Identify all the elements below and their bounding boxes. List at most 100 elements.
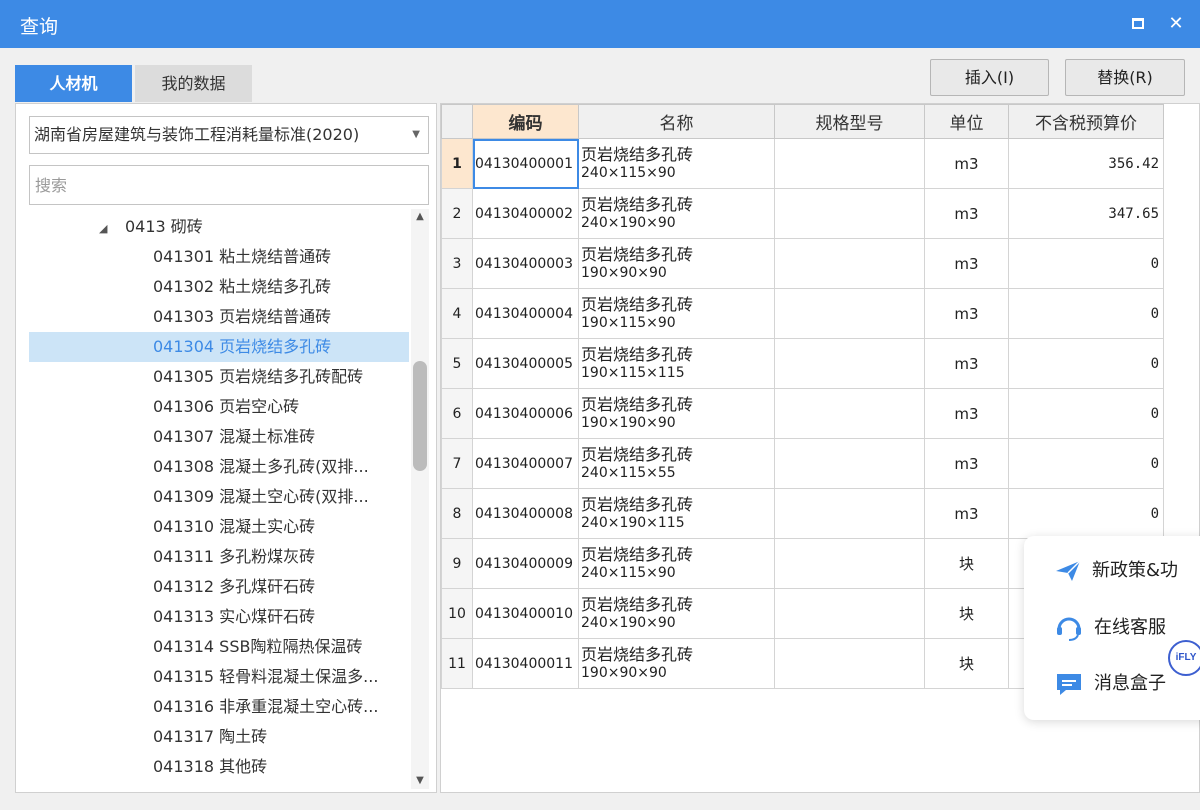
tree-item[interactable]: 041309 混凝土空心砖(双排...: [29, 482, 409, 512]
unit-cell[interactable]: m3: [924, 488, 1009, 539]
collapse-caret-icon[interactable]: ◢: [99, 214, 125, 242]
row-number[interactable]: 6: [441, 388, 473, 439]
tree-scrollbar[interactable]: ▲ ▼: [411, 209, 429, 789]
table-row[interactable]: 7 04130400007 页岩烧结多孔砖 240×115×55 m3 0: [441, 438, 1164, 489]
online-service-menu-item[interactable]: 在线客服: [1054, 611, 1166, 645]
close-button[interactable]: ✕: [1164, 12, 1188, 36]
code-cell[interactable]: 04130400010: [472, 588, 579, 639]
price-cell[interactable]: 0: [1008, 388, 1164, 439]
table-row[interactable]: 1 04130400001 页岩烧结多孔砖 240×115×90 m3 356.42: [441, 138, 1164, 189]
tree-node-0413[interactable]: ◢ 0413 砌砖: [29, 212, 409, 242]
tree-item[interactable]: 041304 页岩烧结多孔砖: [29, 332, 409, 362]
row-number[interactable]: 1: [441, 138, 473, 189]
spec-cell[interactable]: [774, 288, 925, 339]
maximize-button[interactable]: [1126, 12, 1150, 36]
tree-item[interactable]: 041315 轻骨料混凝土保温多...: [29, 662, 409, 692]
spec-cell[interactable]: [774, 138, 925, 189]
spec-cell[interactable]: [774, 188, 925, 239]
header-spec[interactable]: 规格型号: [774, 104, 925, 139]
code-cell[interactable]: 04130400006: [472, 388, 579, 439]
tree-item[interactable]: 041306 页岩空心砖: [29, 392, 409, 422]
code-cell[interactable]: 04130400001: [472, 138, 579, 189]
policy-menu-item[interactable]: 新政策&功: [1054, 554, 1178, 588]
row-number[interactable]: 7: [441, 438, 473, 489]
price-cell[interactable]: 0: [1008, 338, 1164, 389]
header-unit[interactable]: 单位: [924, 104, 1009, 139]
code-cell[interactable]: 04130400004: [472, 288, 579, 339]
unit-cell[interactable]: m3: [924, 438, 1009, 489]
row-number[interactable]: 2: [441, 188, 473, 239]
price-cell[interactable]: 347.65: [1008, 188, 1164, 239]
price-cell[interactable]: 356.42: [1008, 138, 1164, 189]
insert-button[interactable]: 插入(I): [930, 59, 1049, 96]
spec-cell[interactable]: [774, 438, 925, 489]
unit-cell[interactable]: m3: [924, 388, 1009, 439]
tree-item[interactable]: 041312 多孔煤矸石砖: [29, 572, 409, 602]
name-cell[interactable]: 页岩烧结多孔砖 190×115×115: [578, 338, 775, 389]
name-cell[interactable]: 页岩烧结多孔砖 190×190×90: [578, 388, 775, 439]
price-cell[interactable]: 0: [1008, 288, 1164, 339]
unit-cell[interactable]: 块: [924, 538, 1009, 589]
row-number[interactable]: 8: [441, 488, 473, 539]
row-number[interactable]: 5: [441, 338, 473, 389]
header-code[interactable]: 编码: [472, 104, 579, 139]
name-cell[interactable]: 页岩烧结多孔砖 240×190×90: [578, 188, 775, 239]
tree-item[interactable]: 041302 粘土烧结多孔砖: [29, 272, 409, 302]
spec-cell[interactable]: [774, 488, 925, 539]
table-row[interactable]: 6 04130400006 页岩烧结多孔砖 190×190×90 m3 0: [441, 388, 1164, 439]
name-cell[interactable]: 页岩烧结多孔砖 190×90×90: [578, 238, 775, 289]
table-row[interactable]: 2 04130400002 页岩烧结多孔砖 240×190×90 m3 347.65: [441, 188, 1164, 239]
scrollbar-thumb[interactable]: [413, 361, 427, 471]
spec-cell[interactable]: [774, 588, 925, 639]
row-number[interactable]: 3: [441, 238, 473, 289]
scroll-down-icon[interactable]: ▼: [411, 773, 429, 789]
row-number[interactable]: 11: [441, 638, 473, 689]
ifly-assistant-icon[interactable]: iFLY: [1168, 640, 1200, 676]
tree-item[interactable]: 041318 其他砖: [29, 752, 409, 782]
tree-item[interactable]: 041307 混凝土标准砖: [29, 422, 409, 452]
library-select[interactable]: 湖南省房屋建筑与装饰工程消耗量标准(2020) ▼: [29, 116, 429, 154]
tab-labor-material[interactable]: 人材机: [15, 65, 132, 102]
unit-cell[interactable]: m3: [924, 338, 1009, 389]
row-number[interactable]: 4: [441, 288, 473, 339]
row-number[interactable]: 10: [441, 588, 473, 639]
name-cell[interactable]: 页岩烧结多孔砖 240×190×90: [578, 588, 775, 639]
code-cell[interactable]: 04130400007: [472, 438, 579, 489]
header-name[interactable]: 名称: [578, 104, 775, 139]
name-cell[interactable]: 页岩烧结多孔砖 190×90×90: [578, 638, 775, 689]
unit-cell[interactable]: 块: [924, 638, 1009, 689]
price-cell[interactable]: 0: [1008, 488, 1164, 539]
name-cell[interactable]: 页岩烧结多孔砖 190×115×90: [578, 288, 775, 339]
unit-cell[interactable]: 块: [924, 588, 1009, 639]
header-price[interactable]: 不含税预算价: [1008, 104, 1164, 139]
name-cell[interactable]: 页岩烧结多孔砖 240×115×55: [578, 438, 775, 489]
tree-item[interactable]: 041314 SSB陶粒隔热保温砖: [29, 632, 409, 662]
table-row[interactable]: 5 04130400005 页岩烧结多孔砖 190×115×115 m3 0: [441, 338, 1164, 389]
tree-item[interactable]: 041310 混凝土实心砖: [29, 512, 409, 542]
name-cell[interactable]: 页岩烧结多孔砖 240×190×115: [578, 488, 775, 539]
unit-cell[interactable]: m3: [924, 238, 1009, 289]
tree-item[interactable]: 041303 页岩烧结普通砖: [29, 302, 409, 332]
tree-item[interactable]: 041308 混凝土多孔砖(双排...: [29, 452, 409, 482]
code-cell[interactable]: 04130400008: [472, 488, 579, 539]
spec-cell[interactable]: [774, 338, 925, 389]
tree-item[interactable]: 041301 粘土烧结普通砖: [29, 242, 409, 272]
name-cell[interactable]: 页岩烧结多孔砖 240×115×90: [578, 538, 775, 589]
code-cell[interactable]: 04130400003: [472, 238, 579, 289]
spec-cell[interactable]: [774, 388, 925, 439]
price-cell[interactable]: 0: [1008, 238, 1164, 289]
message-box-menu-item[interactable]: 消息盒子: [1054, 667, 1166, 701]
code-cell[interactable]: 04130400005: [472, 338, 579, 389]
tree-item[interactable]: 041313 实心煤矸石砖: [29, 602, 409, 632]
unit-cell[interactable]: m3: [924, 188, 1009, 239]
table-row[interactable]: 8 04130400008 页岩烧结多孔砖 240×190×115 m3 0: [441, 488, 1164, 539]
row-number[interactable]: 9: [441, 538, 473, 589]
table-row[interactable]: 3 04130400003 页岩烧结多孔砖 190×90×90 m3 0: [441, 238, 1164, 289]
code-cell[interactable]: 04130400002: [472, 188, 579, 239]
tab-my-data[interactable]: 我的数据: [135, 65, 252, 102]
spec-cell[interactable]: [774, 638, 925, 689]
spec-cell[interactable]: [774, 238, 925, 289]
name-cell[interactable]: 页岩烧结多孔砖 240×115×90: [578, 138, 775, 189]
replace-button[interactable]: 替换(R): [1065, 59, 1185, 96]
search-input[interactable]: [29, 165, 429, 205]
